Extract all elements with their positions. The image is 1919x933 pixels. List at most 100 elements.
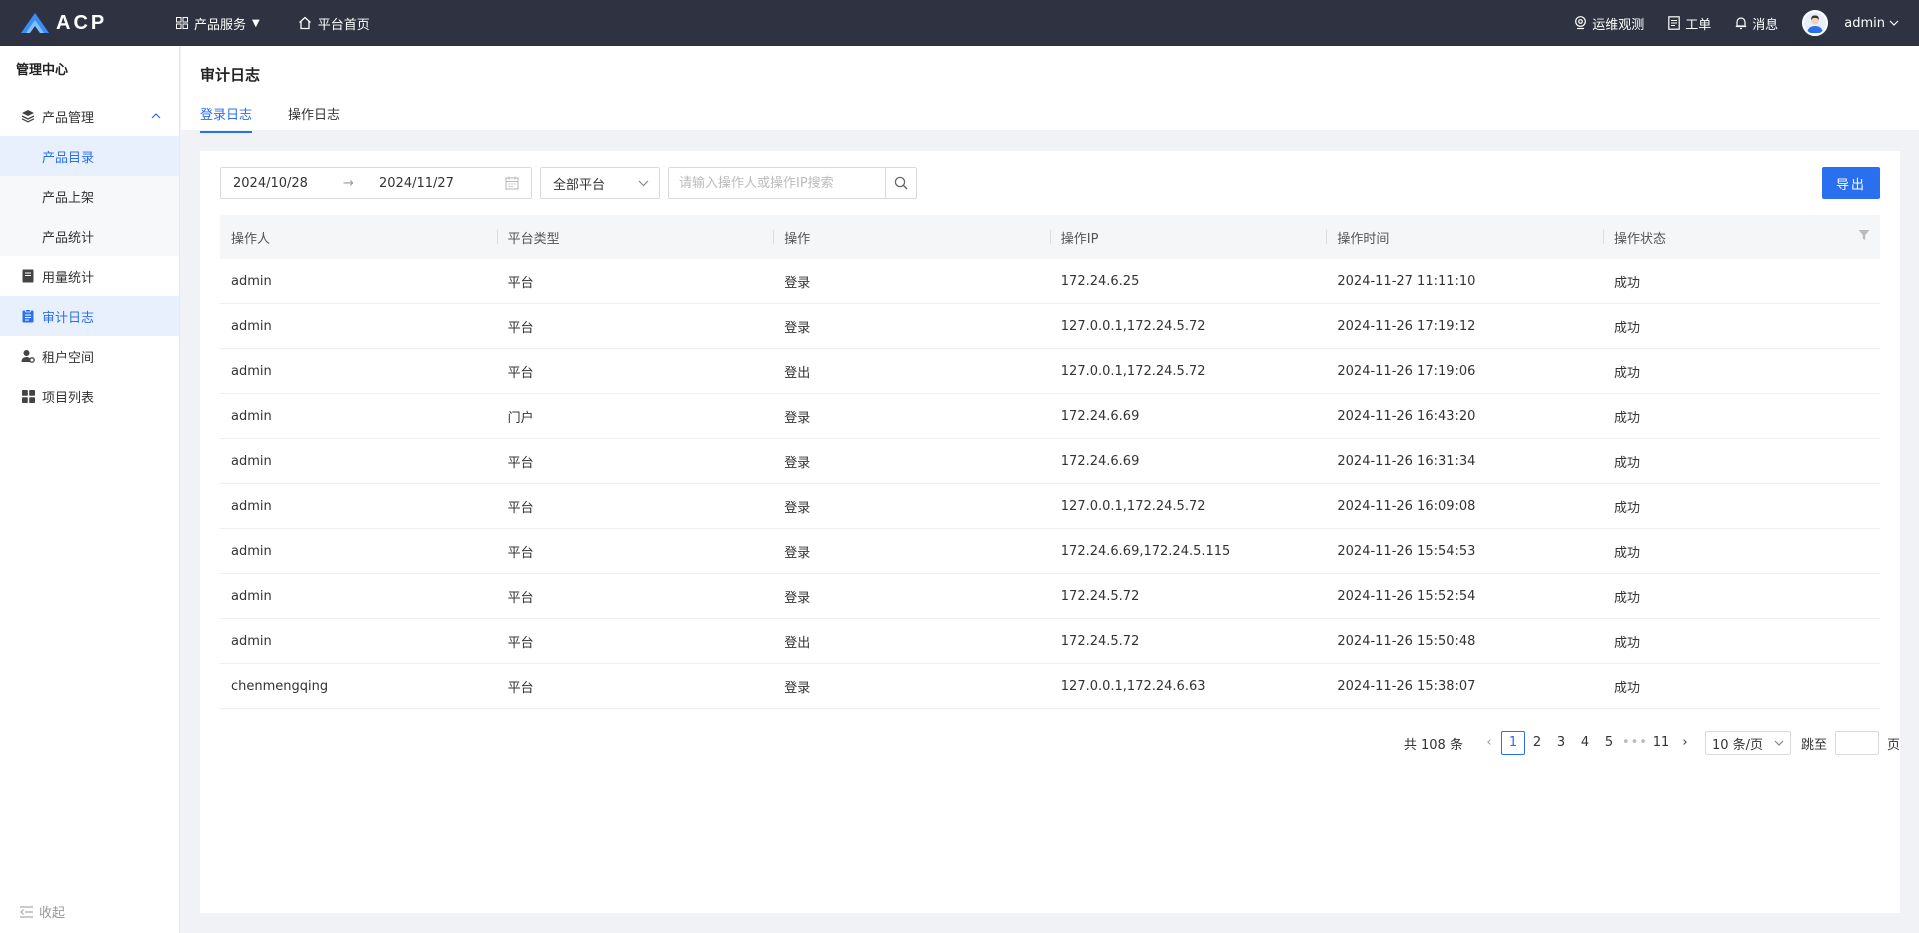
pagination-more-icon[interactable]: ••• xyxy=(1621,731,1649,755)
cell-operation-status: 成功 xyxy=(1613,545,1640,561)
table-row[interactable]: admin 平台 登录 127.0.0.1,172.24.5.72 2024-11-26… xyxy=(220,484,1880,529)
sidebar-item-audit-log[interactable]: 审计日志 xyxy=(0,296,179,336)
sidebar-item-product-statistics[interactable]: 产品统计 xyxy=(0,216,179,256)
export-button[interactable]: 导出 xyxy=(1822,167,1880,199)
page-size-select[interactable]: 10 条/页 xyxy=(1704,731,1791,755)
cell-operation: 登录 xyxy=(784,680,811,696)
sidebar-collapse-button[interactable]: 收起 xyxy=(20,902,65,921)
page-size-value: 10 条/页 xyxy=(1711,737,1764,753)
tab-operation-log[interactable]: 操作日志 xyxy=(288,104,340,133)
top-link-messages[interactable]: 消息 xyxy=(1735,14,1778,33)
pagination-page-3[interactable]: 3 xyxy=(1549,731,1573,755)
table-header: 操作人 平台类型 操作 操作IP 操作时间 操作状态 xyxy=(220,215,1880,259)
user-name: admin xyxy=(1844,15,1885,31)
top-link-ops-monitor[interactable]: 运维观测 xyxy=(1574,14,1644,33)
cell-operation: 登录 xyxy=(784,500,811,516)
audit-log-table: 操作人 平台类型 操作 操作IP 操作时间 操作状态 admin 平台 登录 172.… xyxy=(220,215,1880,709)
top-link-tickets[interactable]: 工单 xyxy=(1668,14,1711,33)
top-nav-product-services[interactable]: 产品服务 ▼ xyxy=(176,14,260,33)
sidebar-item-label: 产品目录 xyxy=(42,150,95,166)
cell-operation-time: 2024-11-26 17:19:12 xyxy=(1337,318,1476,334)
cell-platform-type: 平台 xyxy=(507,545,534,561)
cell-operation-ip: 172.24.6.69 xyxy=(1060,408,1140,424)
cell-operation: 登录 xyxy=(784,545,811,561)
cell-platform-type: 平台 xyxy=(507,275,534,291)
search-button[interactable] xyxy=(885,167,917,199)
pagination-page-2[interactable]: 2 xyxy=(1525,731,1549,755)
cell-operation-ip: 172.24.5.72 xyxy=(1060,633,1140,649)
collapse-label: 收起 xyxy=(39,906,66,921)
pagination-page-1[interactable]: 1 xyxy=(1500,731,1525,755)
table-row[interactable]: admin 平台 登录 172.24.6.69 2024-11-26 16:31:34 成… xyxy=(220,439,1880,484)
monitor-icon xyxy=(1574,16,1587,30)
cell-platform-type: 平台 xyxy=(507,680,534,696)
date-start[interactable]: 2024/10/28 xyxy=(233,176,343,191)
sidebar-item-product-catalog[interactable]: 产品目录 xyxy=(0,136,179,176)
ticket-icon xyxy=(1668,16,1681,30)
cell-operation-status: 成功 xyxy=(1613,680,1640,696)
table-row[interactable]: admin 平台 登录 127.0.0.1,172.24.5.72 2024-11-26… xyxy=(220,304,1880,349)
top-nav-home[interactable]: 平台首页 xyxy=(298,14,370,33)
avatar[interactable] xyxy=(1802,10,1829,36)
sidebar-item-label: 审计日志 xyxy=(42,310,95,326)
logo-icon xyxy=(21,13,49,33)
pagination-page-last[interactable]: 11 xyxy=(1649,731,1673,755)
cell-operation: 登录 xyxy=(784,590,811,606)
sidebar: 管理中心 产品管理 产品目录 产品上架 产品统计 用量统计 审计日志 租户空间 … xyxy=(0,46,180,933)
table-row[interactable]: admin 平台 登录 172.24.6.25 2024-11-27 11:11:10 成… xyxy=(220,259,1880,304)
table-row[interactable]: admin 门户 登录 172.24.6.69 2024-11-26 16:43:20 成… xyxy=(220,394,1880,439)
cell-operator: admin xyxy=(231,498,272,514)
logo[interactable]: ACP xyxy=(20,12,160,35)
cell-operation-status: 成功 xyxy=(1613,410,1640,426)
pagination-next-button[interactable]: › xyxy=(1673,731,1697,755)
cell-operation-time: 2024-11-26 16:43:20 xyxy=(1337,408,1476,424)
column-header-operation-time: 操作时间 xyxy=(1326,228,1603,247)
column-header-operation: 操作 xyxy=(773,228,1050,247)
table-row[interactable]: admin 平台 登录 172.24.5.72 2024-11-26 15:52:54 成… xyxy=(220,574,1880,619)
table-row[interactable]: admin 平台 登录 172.24.6.69,172.24.5.115 2024-11… xyxy=(220,529,1880,574)
pagination-prev-button[interactable]: ‹ xyxy=(1477,731,1501,755)
sidebar-item-product-listing[interactable]: 产品上架 xyxy=(0,176,179,216)
cell-operation-status: 成功 xyxy=(1613,590,1640,606)
search-input[interactable] xyxy=(668,167,885,199)
jump-page-input[interactable] xyxy=(1834,731,1879,755)
sidebar-item-usage-statistics[interactable]: 用量统计 xyxy=(0,256,179,296)
pagination: 共 108 条 ‹ 1 2 3 4 5 ••• 11 › 10 条/页 跳至 页 xyxy=(1404,731,1900,755)
sidebar-item-project-list[interactable]: 项目列表 xyxy=(0,376,179,416)
sidebar-item-product-management[interactable]: 产品管理 xyxy=(0,96,179,136)
bell-icon xyxy=(1735,16,1747,30)
collapse-menu-icon xyxy=(20,905,33,918)
table-row[interactable]: chenmengqing 平台 登录 127.0.0.1,172.24.6.63 202… xyxy=(220,664,1880,709)
pagination-page-4[interactable]: 4 xyxy=(1573,731,1597,755)
table-row[interactable]: admin 平台 登出 172.24.5.72 2024-11-26 15:50:48 成… xyxy=(220,619,1880,664)
sidebar-item-label: 产品统计 xyxy=(42,230,95,246)
user-menu[interactable]: admin xyxy=(1844,16,1899,31)
jump-suffix: 页 xyxy=(1886,737,1900,753)
date-range-picker[interactable]: 2024/10/28 → 2024/11/27 xyxy=(220,167,532,199)
filter-icon[interactable] xyxy=(1858,229,1870,241)
pagination-page-5[interactable]: 5 xyxy=(1597,731,1621,755)
grid-icon xyxy=(176,17,188,29)
table-row[interactable]: admin 平台 登出 127.0.0.1,172.24.5.72 2024-11-26… xyxy=(220,349,1880,394)
cell-platform-type: 平台 xyxy=(507,455,534,471)
cell-operation: 登出 xyxy=(784,365,811,381)
cell-operation-time: 2024-11-27 11:11:10 xyxy=(1337,273,1476,289)
platform-select[interactable]: 全部平台 xyxy=(540,167,660,199)
layers-icon xyxy=(20,109,36,123)
book-icon xyxy=(20,269,36,283)
sidebar-item-tenant-space[interactable]: 租户空间 xyxy=(0,336,179,376)
sidebar-item-label: 租户空间 xyxy=(42,350,95,366)
page-title: 审计日志 xyxy=(200,66,261,84)
cell-operation-status: 成功 xyxy=(1613,455,1640,471)
filter-bar: 2024/10/28 → 2024/11/27 全部平台 xyxy=(220,167,917,199)
cell-operator: admin xyxy=(231,408,272,424)
cell-operation-ip: 127.0.0.1,172.24.6.63 xyxy=(1060,678,1206,694)
cell-operation: 登录 xyxy=(784,275,811,291)
chevron-down-icon xyxy=(1889,18,1899,29)
tab-login-log[interactable]: 登录日志 xyxy=(200,104,253,133)
platform-select-value: 全部平台 xyxy=(553,177,606,193)
cell-operation-ip: 172.24.5.72 xyxy=(1060,588,1140,604)
top-link-label: 工单 xyxy=(1685,17,1712,33)
cell-operator: chenmengqing xyxy=(231,678,329,694)
date-end[interactable]: 2024/11/27 xyxy=(379,176,489,191)
